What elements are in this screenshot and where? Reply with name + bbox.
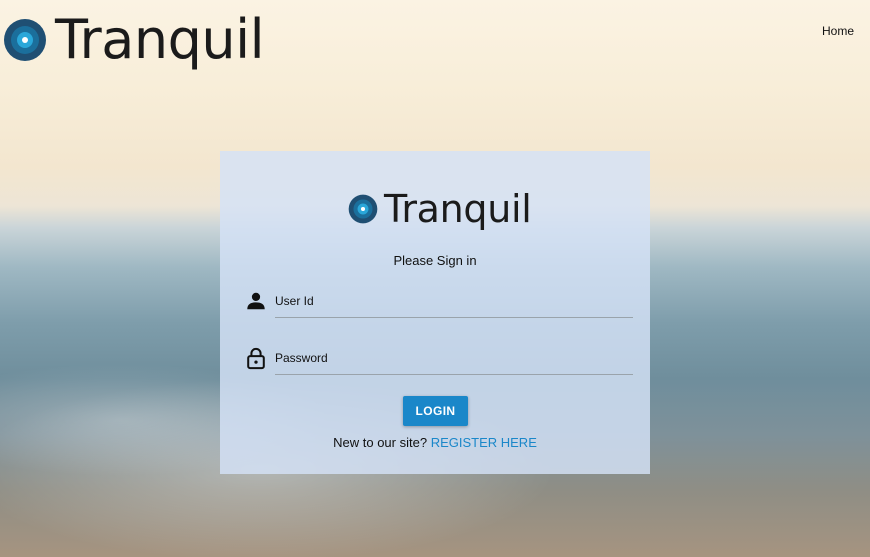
register-link[interactable]: REGISTER HERE	[431, 435, 537, 450]
site-brand-name: Tranquil	[55, 8, 265, 71]
person-icon	[247, 292, 265, 310]
card-logo: Tranquil	[348, 190, 532, 228]
login-button[interactable]: LOGIN	[403, 396, 468, 426]
user-id-field	[245, 285, 633, 319]
signin-title: Please Sign in	[393, 253, 477, 268]
nav-home-link[interactable]: Home	[822, 24, 854, 38]
card-brand-name: Tranquil	[384, 187, 532, 231]
user-id-input[interactable]	[275, 285, 633, 318]
register-prompt: New to our site?	[333, 435, 428, 450]
password-field	[245, 342, 633, 376]
tranquil-logo-icon	[4, 19, 46, 61]
site-logo[interactable]: Tranquil	[3, 8, 265, 72]
login-card: Tranquil Please Sign in LOGIN New to our…	[220, 151, 650, 474]
password-input[interactable]	[275, 342, 633, 375]
tranquil-logo-icon	[348, 194, 378, 224]
lock-icon	[247, 347, 265, 370]
register-line: New to our site? REGISTER HERE	[220, 435, 650, 450]
